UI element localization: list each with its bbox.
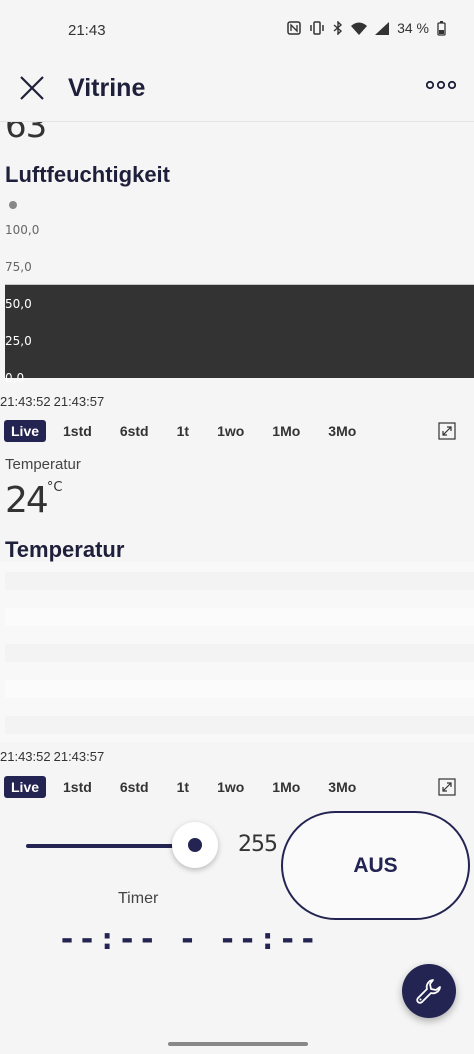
- more-horizontal-icon[interactable]: [426, 76, 456, 94]
- range-1std[interactable]: 1std: [55, 420, 100, 442]
- range-3mo[interactable]: 3Mo: [320, 776, 364, 798]
- temperature-x-labels: 21:43:52 21:43:57: [0, 749, 104, 764]
- y-tick-label: 100,0: [5, 223, 39, 237]
- temperature-grid-band: [5, 716, 474, 734]
- close-icon[interactable]: [18, 74, 46, 102]
- temperature-value: 24°C: [5, 480, 63, 521]
- slider-value: 255: [238, 832, 278, 857]
- humidity-range-bar: Live 1std 6std 1t 1wo 1Mo 3Mo: [4, 419, 470, 443]
- range-3mo[interactable]: 3Mo: [320, 420, 364, 442]
- y-tick-label: 75,0: [5, 260, 32, 274]
- range-1std[interactable]: 1std: [55, 776, 100, 798]
- slider-handle-dot: [188, 838, 202, 852]
- slider-track[interactable]: [26, 844, 196, 848]
- temperature-chart: [0, 562, 474, 742]
- y-tick-label: 25,0: [5, 334, 32, 348]
- range-live[interactable]: Live: [4, 776, 47, 798]
- x-tick-label: 21:43:57: [53, 394, 105, 409]
- slider-handle[interactable]: [172, 822, 218, 868]
- temperature-unit: °C: [46, 480, 63, 495]
- status-bar: 21:43 34 %: [0, 0, 474, 62]
- humidity-chart-title: Luftfeuchtigkeit: [5, 162, 170, 187]
- signal-icon: [375, 21, 390, 35]
- temperature-grid-band: [5, 680, 474, 698]
- nfc-icon: [287, 21, 301, 35]
- temperature-grid-band: [5, 608, 474, 626]
- temperature-grid-band: [5, 572, 474, 590]
- status-icons: 34 %: [287, 20, 446, 36]
- humidity-area: [5, 284, 474, 378]
- wifi-icon: [351, 22, 368, 35]
- humidity-value: 63%: [5, 122, 47, 146]
- temperature-chart-svg: [5, 572, 474, 734]
- range-1wo[interactable]: 1wo: [209, 420, 252, 442]
- humidity-x-labels: 21:43:52 21:43:57: [0, 394, 104, 409]
- timer-value[interactable]: --:-- - --:--: [58, 922, 319, 957]
- vibrate-icon: [310, 21, 324, 35]
- bluetooth-icon: [333, 21, 343, 35]
- humidity-chart-svg: 100,0 75,0 50,0 25,0 0,0: [5, 201, 474, 385]
- navigation-handle[interactable]: [168, 1042, 308, 1046]
- battery-icon: [437, 20, 446, 36]
- expand-icon[interactable]: [438, 422, 456, 440]
- wrench-icon: [416, 979, 441, 1004]
- off-button[interactable]: AUS: [281, 811, 470, 920]
- app-bar: Vitrine: [0, 62, 474, 122]
- settings-fab[interactable]: [402, 964, 456, 1018]
- device-content[interactable]: 63% Luftfeuchtigkeit 100,0 75,0 50,0 25,0 0,…: [0, 122, 474, 1054]
- timer-label: Timer: [118, 890, 159, 907]
- humidity-chart: 100,0 75,0 50,0 25,0 0,0: [0, 200, 474, 500]
- range-6std[interactable]: 6std: [112, 776, 157, 798]
- range-live[interactable]: Live: [4, 420, 47, 442]
- page-title: Vitrine: [68, 74, 146, 102]
- battery-percent: 34 %: [397, 20, 429, 36]
- range-1t[interactable]: 1t: [169, 420, 197, 442]
- temperature-label: Temperatur: [5, 456, 81, 473]
- range-6std[interactable]: 6std: [112, 420, 157, 442]
- temperature-range-bar: Live 1std 6std 1t 1wo 1Mo 3Mo: [4, 775, 470, 799]
- range-1mo[interactable]: 1Mo: [264, 776, 308, 798]
- legend-dot: [9, 201, 17, 209]
- status-time: 21:43: [68, 22, 106, 39]
- expand-icon[interactable]: [438, 778, 456, 796]
- range-1mo[interactable]: 1Mo: [264, 420, 308, 442]
- y-tick-label: 0,0: [5, 371, 24, 385]
- brightness-slider[interactable]: [26, 822, 222, 872]
- range-1wo[interactable]: 1wo: [209, 776, 252, 798]
- temperature-grid-band: [5, 644, 474, 662]
- x-tick-label: 21:43:57: [53, 749, 105, 764]
- temperature-chart-title: Temperatur: [5, 537, 125, 562]
- x-tick-label: 21:43:52: [0, 394, 51, 409]
- range-1t[interactable]: 1t: [169, 776, 197, 798]
- x-tick-label: 21:43:52: [0, 749, 51, 764]
- y-tick-label: 50,0: [5, 297, 32, 311]
